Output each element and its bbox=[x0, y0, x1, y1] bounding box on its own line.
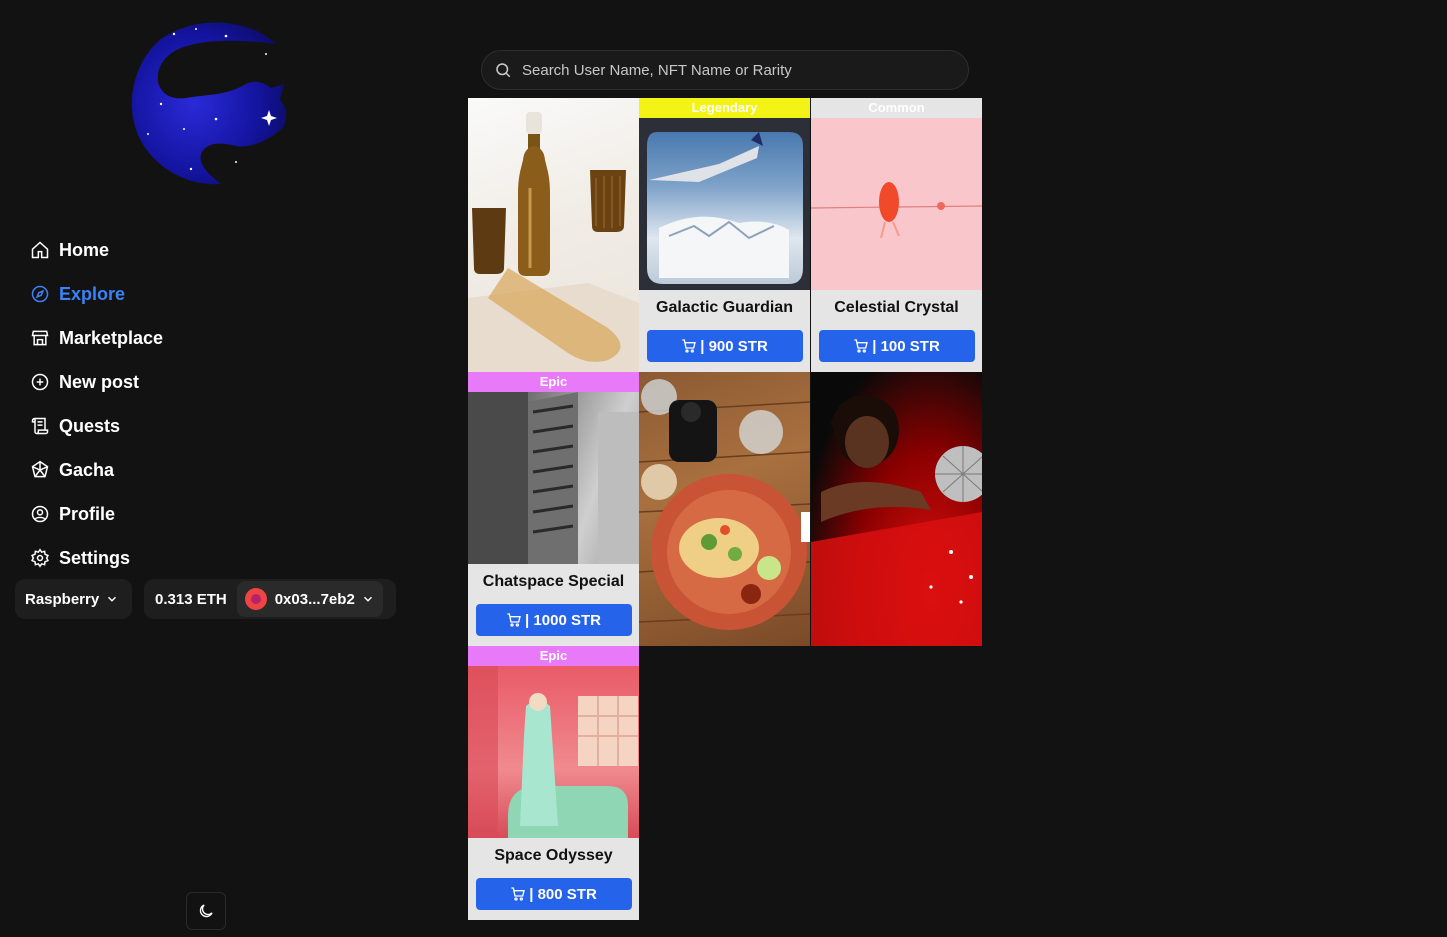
nft-info: Galactic Guardian | 900 STR bbox=[639, 290, 810, 372]
app-page: Home Explore Marketplace New post Quests… bbox=[0, 0, 1447, 937]
buy-button[interactable]: | 100 STR bbox=[818, 330, 975, 362]
sidebar-item-marketplace[interactable]: Marketplace bbox=[30, 316, 163, 360]
rarity-badge: Epic bbox=[468, 646, 639, 666]
sidebar-nav: Home Explore Marketplace New post Quests… bbox=[30, 228, 163, 580]
avatar bbox=[244, 588, 267, 610]
nft-name: Space Odyssey bbox=[494, 847, 613, 864]
nft-info: Space Odyssey | 800 STR bbox=[468, 838, 639, 920]
rarity-badge: Legendary bbox=[639, 98, 810, 118]
sidebar-item-new-post[interactable]: New post bbox=[30, 360, 163, 404]
cart-icon bbox=[682, 339, 697, 353]
cat-moon-logo[interactable] bbox=[126, 14, 288, 186]
sidebar-item-label: Settings bbox=[59, 547, 131, 568]
price-label: | 1000 STR bbox=[525, 611, 601, 629]
wallet-chip: 0.313 ETH 0x03...7eb2 bbox=[144, 579, 396, 619]
nft-image bbox=[468, 98, 639, 372]
user-circle-icon bbox=[30, 504, 50, 524]
theme-dropdown[interactable]: Raspberry bbox=[15, 579, 132, 619]
sidebar-item-gacha[interactable]: Gacha bbox=[30, 448, 163, 492]
nft-card[interactable] bbox=[811, 372, 982, 646]
nft-image bbox=[639, 118, 810, 290]
home-icon bbox=[30, 240, 50, 260]
compass-icon bbox=[30, 284, 50, 304]
buy-button[interactable]: | 1000 STR bbox=[475, 604, 632, 636]
nft-card[interactable] bbox=[639, 372, 810, 646]
cart-icon bbox=[854, 339, 869, 353]
sidebar-item-label: Gacha bbox=[59, 459, 115, 480]
nft-card[interactable]: Epic Space Odyssey | 800 STR bbox=[468, 646, 639, 920]
search-input[interactable] bbox=[522, 61, 942, 79]
nft-name: Galactic Guardian bbox=[656, 299, 793, 316]
rarity-badge: Common bbox=[811, 98, 982, 118]
sidebar-item-quests[interactable]: Quests bbox=[30, 404, 163, 448]
store-icon bbox=[30, 328, 50, 348]
nft-image bbox=[468, 392, 639, 564]
nft-image bbox=[639, 372, 810, 646]
gear-icon bbox=[30, 548, 50, 568]
sidebar-item-home[interactable]: Home bbox=[30, 228, 163, 272]
nft-card[interactable]: Epic Chatspace Special | 1000 STR bbox=[468, 372, 639, 646]
nft-card[interactable]: Legendary Galactic Guardian | 900 STR bbox=[639, 98, 810, 372]
plus-circle-icon bbox=[30, 372, 50, 392]
wallet-address: 0x03...7eb2 bbox=[274, 590, 355, 608]
sidebar-item-profile[interactable]: Profile bbox=[30, 492, 163, 536]
cart-icon bbox=[511, 887, 526, 901]
nft-card[interactable] bbox=[468, 98, 639, 372]
search-icon bbox=[496, 63, 511, 78]
buy-button[interactable]: | 900 STR bbox=[646, 330, 803, 362]
sidebar-item-settings[interactable]: Settings bbox=[30, 536, 163, 580]
moon-icon bbox=[199, 904, 213, 918]
cart-icon bbox=[507, 613, 521, 627]
chevron-down-icon bbox=[105, 592, 119, 606]
account-dropdown[interactable]: 0x03...7eb2 bbox=[236, 581, 383, 617]
scroll-icon bbox=[30, 416, 50, 436]
nft-image bbox=[468, 666, 639, 838]
nft-info: Chatspace Special | 1000 STR bbox=[468, 564, 639, 646]
rarity-badge: Epic bbox=[468, 372, 639, 392]
sidebar-item-label: Marketplace bbox=[59, 327, 164, 348]
chevron-down-icon bbox=[361, 592, 375, 606]
price-label: | 100 STR bbox=[872, 337, 940, 355]
eth-balance: 0.313 ETH bbox=[155, 590, 227, 608]
nft-name: Chatspace Special bbox=[482, 573, 625, 590]
buy-button[interactable]: | 800 STR bbox=[475, 878, 632, 910]
gem-icon bbox=[30, 460, 50, 480]
nft-image bbox=[811, 372, 982, 646]
sidebar-item-explore[interactable]: Explore bbox=[30, 272, 163, 316]
sidebar-item-label: New post bbox=[59, 371, 140, 392]
price-label: | 800 STR bbox=[529, 885, 597, 903]
nft-image bbox=[811, 118, 982, 290]
nft-info: Celestial Crystal | 100 STR bbox=[811, 290, 982, 372]
dark-mode-toggle[interactable] bbox=[186, 892, 226, 930]
search-bar bbox=[481, 50, 969, 90]
price-label: | 900 STR bbox=[700, 337, 768, 355]
sidebar-item-label: Profile bbox=[59, 503, 116, 524]
theme-label: Raspberry bbox=[25, 590, 100, 608]
nft-name: Celestial Crystal bbox=[834, 299, 959, 316]
sidebar-item-label: Quests bbox=[59, 415, 121, 436]
sidebar-item-label: Home bbox=[59, 239, 110, 260]
nft-card[interactable]: Common Celestial Crystal | 100 STR bbox=[811, 98, 982, 372]
sidebar-item-label: Explore bbox=[59, 283, 126, 304]
